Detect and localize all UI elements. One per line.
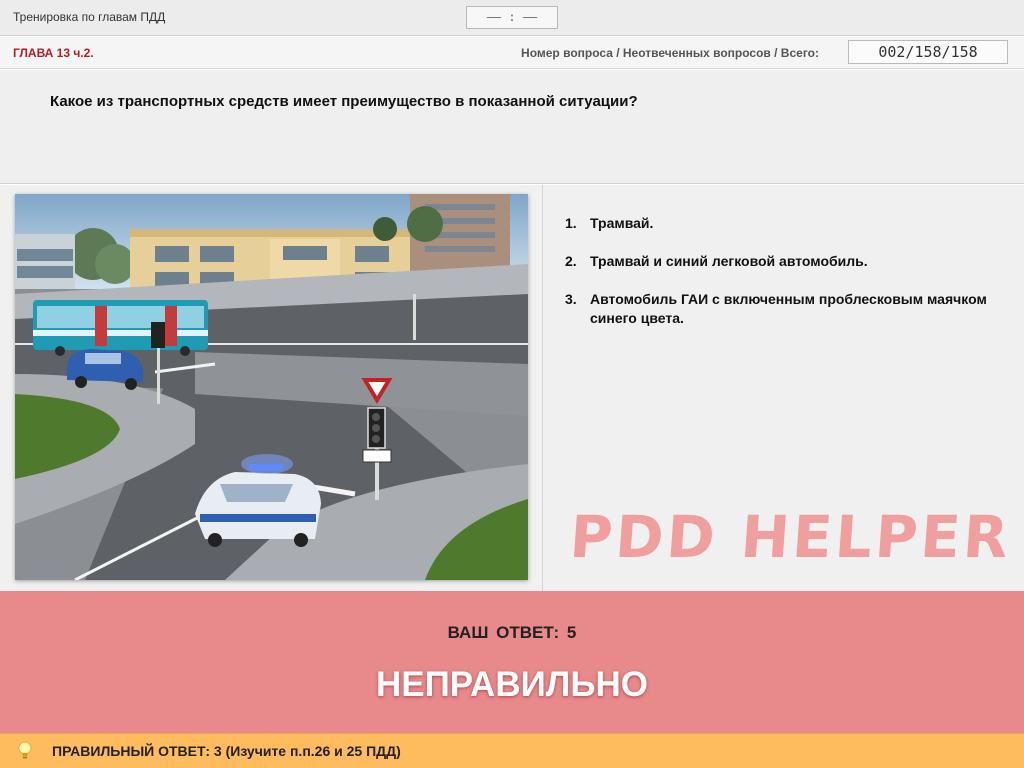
- lightbulb-icon: [18, 741, 32, 759]
- chapter-label: ГЛАВА 13 ч.2.: [13, 46, 94, 60]
- watermark-logo: PDD HELPER: [567, 503, 1014, 571]
- question-counter: 002/158/158: [848, 40, 1008, 64]
- answer-text: Автомобиль ГАИ с включенным проблесковым…: [590, 291, 987, 326]
- panel-divider: [542, 185, 543, 591]
- answer-number: 1.: [565, 215, 577, 231]
- result-panel: ВАШ ОТВЕТ: 5 НЕПРАВИЛЬНО: [0, 591, 1024, 733]
- app-title: Тренировка по главам ПДД: [13, 10, 166, 24]
- timer-display: —— : ——: [466, 6, 558, 29]
- verdict-text: НЕПРАВИЛЬНО: [376, 665, 648, 704]
- question-panel: Какое из транспортных средств имеет преи…: [0, 70, 1024, 184]
- correct-answer-hint: ПРАВИЛЬНЫЙ ОТВЕТ: 3 (Изучите п.п.26 и 25…: [52, 743, 401, 759]
- answer-number: 2.: [565, 253, 577, 269]
- answer-option-3[interactable]: 3. Автомобиль ГАИ с включенным проблеско…: [565, 290, 1005, 328]
- intersection-illustration: [15, 194, 528, 580]
- question-counter-label: Номер вопроса / Неотвеченных вопросов / …: [521, 46, 819, 60]
- answer-option-1[interactable]: 1. Трамвай.: [565, 214, 1005, 233]
- answer-text: Трамвай.: [590, 215, 654, 231]
- title-bar: Тренировка по главам ПДД —— : ——: [0, 0, 1024, 36]
- answer-number: 3.: [565, 291, 577, 307]
- answer-option-2[interactable]: 2. Трамвай и синий легковой автомобиль.: [565, 252, 1005, 271]
- situation-image: [15, 194, 528, 580]
- question-body: 1. Трамвай. 2. Трамвай и синий легковой …: [0, 185, 1024, 591]
- question-text: Какое из транспортных средств имеет преи…: [50, 93, 638, 110]
- info-bar: ГЛАВА 13 ч.2. Номер вопроса / Неотвеченн…: [0, 37, 1024, 69]
- answer-list: 1. Трамвай. 2. Трамвай и синий легковой …: [565, 214, 1005, 347]
- answer-text: Трамвай и синий легковой автомобиль.: [590, 253, 868, 269]
- your-answer-label: ВАШ ОТВЕТ: 5: [447, 623, 577, 642]
- hint-bar: ПРАВИЛЬНЫЙ ОТВЕТ: 3 (Изучите п.п.26 и 25…: [0, 733, 1024, 768]
